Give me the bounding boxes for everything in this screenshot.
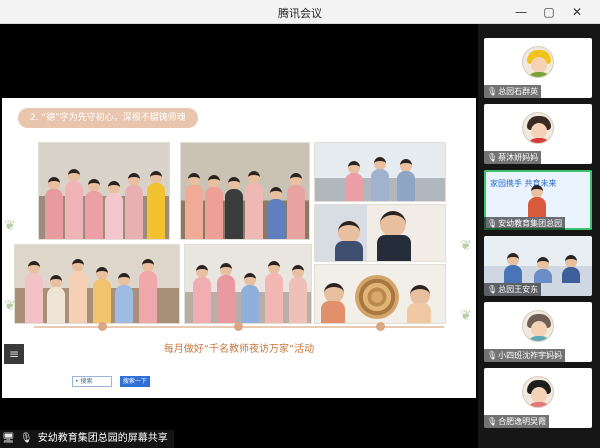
participant-tile[interactable]: 🎙小四班沈祚宇妈妈	[484, 302, 592, 362]
decorative-dot	[234, 322, 243, 331]
decorative-dot	[376, 322, 385, 331]
title-bar: 腾讯会议 — ▢ ✕	[0, 0, 600, 24]
slide-search-toolbar: • 搜索 搜索一下	[72, 376, 150, 388]
participant-tile-active-speaker[interactable]: 家园携手 共育未来 🎙安幼教育集团总园	[484, 170, 592, 230]
leaf-decoration-icon: ❦	[460, 238, 472, 254]
close-button[interactable]: ✕	[568, 3, 586, 21]
photo-home-visit-1	[38, 142, 170, 240]
maximize-button[interactable]: ▢	[540, 3, 558, 21]
leaf-decoration-icon: ❦	[460, 308, 472, 324]
slide-search-button[interactable]: 搜索一下	[119, 376, 150, 387]
participant-tile[interactable]: 🎙蔡沐妍妈妈	[484, 104, 592, 164]
participant-name-label: 🎙安幼教育集团总园	[484, 217, 566, 230]
participant-tile[interactable]: 🎙总园王安东	[484, 236, 592, 296]
participant-name-label: 🎙总园石群英	[484, 85, 542, 98]
screen-share-area[interactable]: 2. “德”字为先守初心，深根不辍铸师魂 ❦ ❦ ❦ ❦ 每月做好“千名教师夜访…	[0, 24, 478, 448]
avatar	[522, 376, 554, 408]
mic-icon: 🎙	[19, 433, 33, 444]
slide-heading: 2. “德”字为先守初心，深根不辍铸师魂	[18, 108, 198, 128]
leaf-decoration-icon: ❦	[4, 218, 16, 234]
mic-icon: 🎙	[487, 285, 498, 294]
photo-home-visit-4	[14, 244, 180, 324]
mic-icon: 🎙	[487, 417, 498, 426]
avatar	[522, 310, 554, 342]
avatar	[522, 46, 554, 78]
participant-name-label: 🎙蔡沐妍妈妈	[484, 151, 542, 164]
photo-home-visit-selfie	[314, 204, 446, 262]
photo-home-visit-3	[314, 142, 446, 202]
mic-icon: 🎙	[487, 351, 498, 360]
mic-icon: 🎙	[487, 87, 498, 96]
avatar	[522, 112, 554, 144]
participant-name-label: 🎙总园王安东	[484, 283, 542, 296]
screen-share-label: 🖥 🎙 安幼教育集团总园的屏幕共享	[0, 430, 174, 448]
menu-icon[interactable]: ≡	[4, 344, 24, 364]
mic-icon: 🎙	[487, 153, 498, 162]
participant-name-label: 🎙合肥逸明吴霞	[484, 415, 550, 428]
decorative-dot	[98, 322, 107, 331]
minimize-button[interactable]: —	[512, 3, 530, 21]
banner-text: 家园携手 共育未来	[490, 179, 557, 188]
participant-tile[interactable]: 🎙总园石群英	[484, 38, 592, 98]
slide-caption: 每月做好“千名教师夜访万家”活动	[163, 344, 315, 355]
photo-home-visit-2	[180, 142, 310, 240]
window-title: 腾讯会议	[278, 7, 322, 20]
participant-sidebar: 🎙总园石群英 🎙蔡沐妍妈妈 家园携手 共育未来 🎙安幼教育集团总园 🎙总园王安东…	[478, 24, 600, 448]
screen-share-label-text: 安幼教育集团总园的屏幕共享	[37, 433, 168, 444]
slide-search-input[interactable]: • 搜索	[72, 376, 112, 387]
photo-handicraft	[314, 264, 446, 324]
presentation-slide: 2. “德”字为先守初心，深根不辍铸师魂 ❦ ❦ ❦ ❦ 每月做好“千名教师夜访…	[2, 98, 476, 398]
mic-icon: 🎙	[487, 219, 498, 228]
photo-home-visit-5	[184, 244, 312, 324]
screen-share-icon: 🖥	[2, 433, 15, 444]
participant-tile[interactable]: 🎙合肥逸明吴霞	[484, 368, 592, 428]
participant-name-label: 🎙小四班沈祚宇妈妈	[484, 349, 566, 362]
